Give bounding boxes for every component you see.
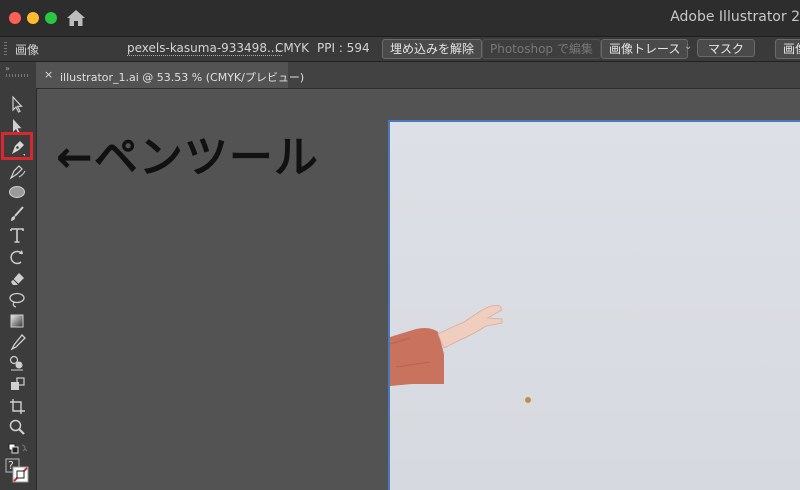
eyedropper-tool-icon[interactable] bbox=[6, 332, 28, 352]
selection-tool-icon[interactable] bbox=[6, 94, 28, 114]
tab-illustrator-1[interactable]: × illustrator_1.ai @ 53.53 % (CMYK/プレビュー… bbox=[36, 62, 304, 88]
minimize-window-button[interactable] bbox=[27, 12, 39, 24]
zoom-tool-icon[interactable] bbox=[6, 417, 28, 437]
mask-button[interactable]: マスク bbox=[697, 39, 755, 57]
edit-in-photoshop-button[interactable]: Photoshop で編集 bbox=[482, 39, 601, 59]
panel-grip[interactable] bbox=[4, 42, 7, 56]
paintbrush-tool-icon[interactable] bbox=[6, 204, 28, 224]
collapse-panel-icon[interactable]: » bbox=[5, 64, 10, 73]
gradient-tool-icon[interactable] bbox=[6, 311, 28, 331]
unembed-button[interactable]: 埋め込みを解除 bbox=[382, 39, 483, 59]
live-paint-tool-icon[interactable] bbox=[6, 374, 28, 394]
title-bar: Adobe Illustrator 2 bbox=[0, 0, 800, 37]
maximize-window-button[interactable] bbox=[45, 12, 57, 24]
artboard[interactable] bbox=[388, 120, 800, 490]
lasso-tool-icon[interactable] bbox=[6, 290, 28, 310]
close-window-button[interactable] bbox=[9, 12, 21, 24]
control-bar: 画像 pexels-kasuma-933498.... CMYK PPI : 5… bbox=[0, 37, 800, 62]
panel-grip[interactable] bbox=[6, 74, 28, 77]
sleeve-shape bbox=[390, 328, 444, 386]
linked-file-name[interactable]: pexels-kasuma-933498.... bbox=[127, 41, 283, 56]
ellipse-tool-icon[interactable] bbox=[6, 182, 28, 202]
document-tabs: × illustrator_1.ai @ 53.53 % (CMYK/プレビュー… bbox=[36, 62, 800, 89]
close-tab-icon[interactable]: × bbox=[44, 68, 53, 81]
color-mode-label: CMYK bbox=[275, 41, 309, 55]
ball-shape bbox=[525, 397, 531, 403]
app-title: Adobe Illustrator 2 bbox=[670, 9, 800, 25]
home-icon[interactable] bbox=[66, 9, 86, 27]
placed-photo[interactable] bbox=[390, 122, 800, 490]
rotate-tool-icon[interactable] bbox=[6, 247, 28, 267]
ppi-label: PPI : 594 bbox=[317, 41, 370, 55]
fill-stroke-help: ? bbox=[8, 459, 14, 472]
crop-image-button[interactable]: 画像 bbox=[775, 39, 800, 59]
image-trace-button[interactable]: 画像トレース bbox=[601, 39, 689, 59]
object-type-label: 画像 bbox=[15, 43, 40, 57]
artboard-tool-icon[interactable] bbox=[6, 396, 28, 416]
pen-tool-annotation: ←ペンツール bbox=[56, 132, 319, 183]
hand-shape bbox=[437, 305, 503, 349]
blend-tool-icon[interactable] bbox=[6, 353, 28, 373]
curvature-tool-icon[interactable] bbox=[6, 161, 28, 181]
selected-tool-highlight bbox=[1, 132, 33, 160]
default-colors-icon[interactable] bbox=[6, 439, 28, 454]
eraser-tool-icon[interactable] bbox=[6, 268, 28, 288]
type-tool-icon[interactable] bbox=[6, 225, 28, 245]
chevron-down-icon[interactable]: ⌄ bbox=[684, 41, 692, 52]
tab-label: illustrator_1.ai @ 53.53 % (CMYK/プレビュー) bbox=[60, 71, 305, 84]
tools-panel: » ? bbox=[0, 62, 37, 490]
